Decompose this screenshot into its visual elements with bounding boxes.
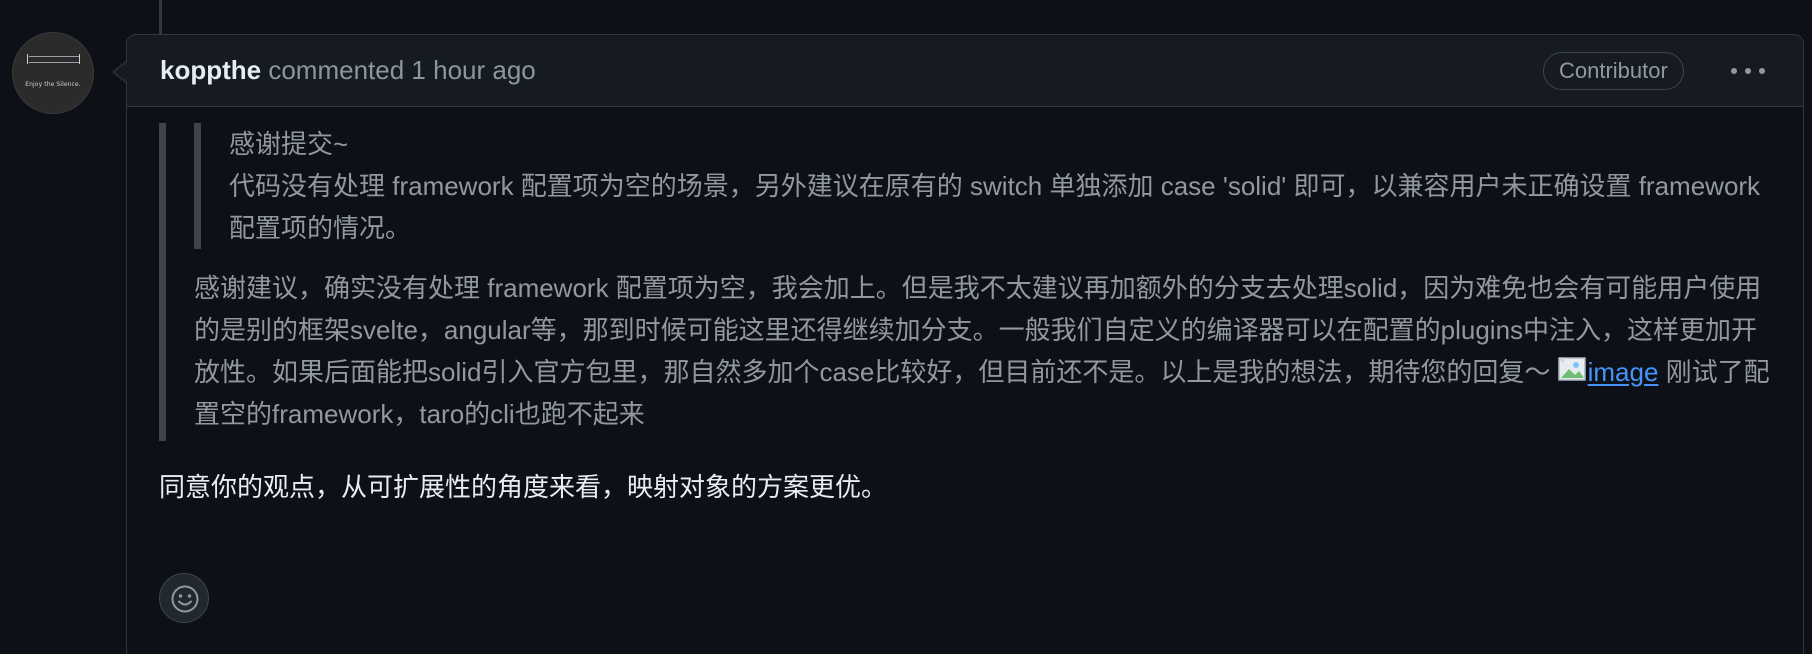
contributor-badge: Contributor [1543,52,1684,90]
more-options-button[interactable] [1725,53,1771,89]
reply-text: 同意你的观点，从可扩展性的角度来看，映射对象的方案更优。 [159,472,888,502]
timeline-comment: Enjoy the Silence. koppthe commented 1 h… [0,0,1812,654]
kebab-horizontal-icon [1731,68,1737,74]
broken-image-icon [1557,357,1588,383]
inner-blockquote: 感谢提交~ 代码没有处理 framework 配置项为空的场景，另外建议在原有的… [194,123,1773,249]
avatar-caption: Enjoy the Silence. [25,81,81,88]
quoted-reply-text: 感谢建议，确实没有处理 framework 配置项为空，我会加上。但是我不太建议… [194,273,1762,387]
avatar[interactable]: Enjoy the Silence. [12,32,94,114]
image-link[interactable]: image [1588,357,1659,387]
smiley-icon [171,585,199,613]
comment-box: koppthe commented 1 hour ago Contributor… [126,34,1804,654]
quoted-reply: 感谢建议，确实没有处理 framework 配置项为空，我会加上。但是我不太建议… [194,267,1773,441]
comment-action: commented [268,55,405,85]
inner-quote-line: 代码没有处理 framework 配置项为空的场景，另外建议在原有的 switc… [229,171,1761,243]
avatar-graphic [27,54,80,64]
comment-meta: koppthe commented 1 hour ago [160,53,536,87]
comment-header: koppthe commented 1 hour ago Contributor [127,35,1803,107]
outer-blockquote: 感谢提交~ 代码没有处理 framework 配置项为空的场景，另外建议在原有的… [159,123,1773,441]
inner-quote-line: 感谢提交~ [229,129,349,159]
author-link[interactable]: koppthe [160,55,261,85]
timeline-connector [159,0,162,34]
comment-body: 感谢提交~ 代码没有处理 framework 配置项为空的场景，另外建议在原有的… [159,123,1773,507]
comment-caret-fill [114,61,128,83]
add-reaction-button[interactable] [159,573,209,623]
comment-timestamp[interactable]: 1 hour ago [411,55,535,85]
